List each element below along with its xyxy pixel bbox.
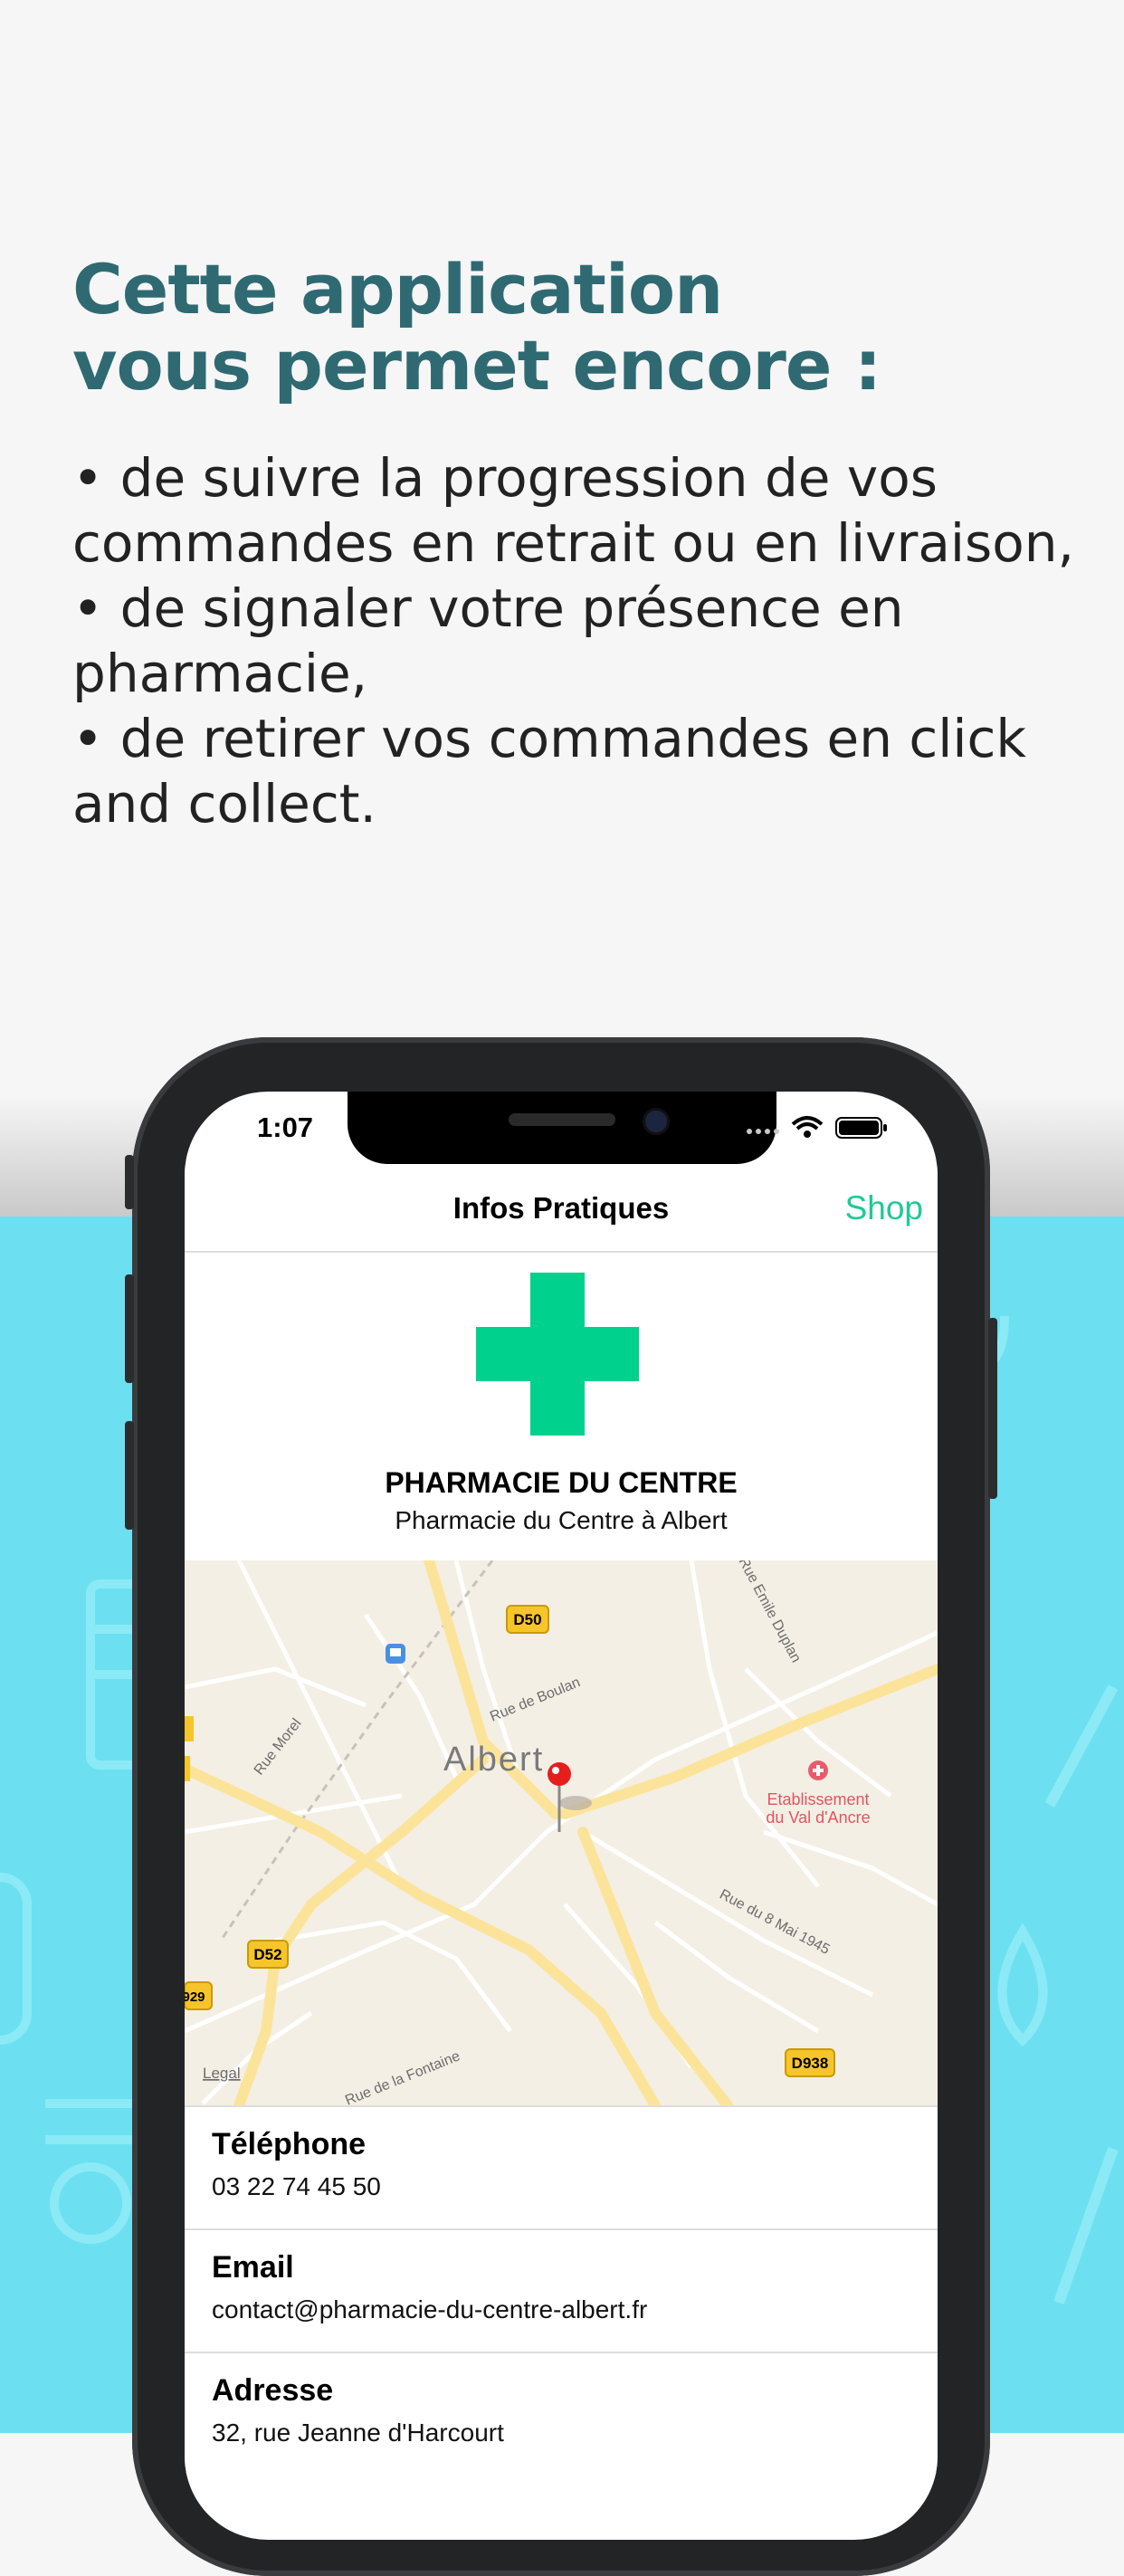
phone-value[interactable]: 03 22 74 45 50	[212, 2172, 381, 2201]
road-shield-d929: 929	[185, 1981, 213, 2010]
pharmacy-name: PHARMACIE DU CENTRE	[385, 1466, 738, 1499]
speaker-grill	[509, 1113, 615, 1126]
phone-row[interactable]: Téléphone 03 22 74 45 50	[185, 2105, 938, 2228]
phone-screen: 1:07 Infos Pratiques Shop PHARMACIE DU C…	[185, 1092, 938, 2540]
bullet-3-line-1: • de retirer vos commandes en click	[72, 708, 1026, 769]
phone-label: Téléphone	[212, 2127, 367, 2161]
map-canvas[interactable]: D50 D52 D938 929 Rue de Boulan Rue Morel…	[185, 1560, 938, 2105]
svg-text:929: 929	[185, 1989, 205, 2005]
pharmacy-subtitle: Pharmacie du Centre à Albert	[395, 1506, 728, 1534]
email-row[interactable]: Email contact@pharmacie-du-centre-albert…	[185, 2228, 938, 2352]
bullet-1-line-2: commandes en retrait ou en livraison,	[72, 512, 1074, 574]
road-shield-edge-2	[185, 1756, 190, 1781]
address-value[interactable]: 32, rue Jeanne d'Harcourt	[212, 2419, 504, 2447]
navigation-bar: Infos Pratiques Shop	[185, 1168, 938, 1253]
address-label: Adresse	[212, 2373, 334, 2408]
status-icons	[747, 1116, 887, 1139]
drop-icon	[997, 1922, 1048, 2047]
road-shield-edge-1	[185, 1716, 194, 1741]
svg-text:D50: D50	[513, 1611, 541, 1628]
email-label: Email	[212, 2250, 294, 2285]
svg-text:D52: D52	[253, 1946, 281, 1963]
hospital-poi-icon	[808, 1760, 828, 1780]
front-camera	[643, 1108, 670, 1135]
headline-line-1: Cette application	[72, 249, 723, 329]
thermometer-icon	[1053, 2147, 1119, 2304]
bullet-2-line-1: • de signaler votre présence en	[72, 577, 904, 639]
street-label-fontaine: Rue de la Fontaine	[343, 2048, 462, 2105]
notch	[348, 1092, 776, 1164]
bullet-1-line-1: • de suivre la progression de vos	[72, 447, 938, 509]
shop-button[interactable]: Shop	[845, 1189, 923, 1227]
bullet-3-line-2: and collect.	[72, 773, 376, 835]
cellular-signal-icon	[747, 1129, 779, 1134]
wifi-icon	[791, 1116, 824, 1138]
address-row[interactable]: Adresse 32, rue Jeanne d'Harcourt	[185, 2352, 938, 2475]
mortar-icon	[45, 2099, 136, 2244]
capsule-icon	[0, 1873, 32, 2045]
bus-stop-icon	[386, 1644, 405, 1664]
street-label-emile: Rue Emile Duplan	[735, 1560, 804, 1665]
syringe-icon	[1044, 1684, 1119, 1808]
poi-label-line-1: Etablissement	[767, 1790, 869, 1808]
street-label-morel: Rue Morel	[252, 1716, 305, 1779]
location-pin-icon	[548, 1762, 592, 1832]
street-label-boulan: Rue de Boulan	[488, 1674, 583, 1724]
phone-frame: 1:07 Infos Pratiques Shop PHARMACIE DU C…	[125, 1037, 997, 2576]
bullet-2-line-2: pharmacie,	[72, 643, 368, 704]
headline-line-2: vous permet encore :	[72, 325, 881, 405]
poi-label-line-2: du Val d'Ancre	[766, 1808, 870, 1827]
volume-down-button	[125, 1421, 134, 1530]
email-value[interactable]: contact@pharmacie-du-centre-albert.fr	[212, 2295, 647, 2324]
road-shield-d50: D50	[506, 1605, 549, 1634]
road-shield-d52: D52	[247, 1940, 289, 1969]
volume-up-button	[125, 1274, 134, 1383]
promo-bullets: • de suivre la progression de vos comman…	[72, 445, 1086, 836]
svg-text:D938: D938	[792, 2055, 829, 2072]
map-legal-link: Legal	[203, 2065, 241, 2082]
promo-headline: Cette application vous permet encore :	[72, 252, 1068, 404]
battery-icon	[835, 1117, 887, 1139]
mute-switch	[125, 1155, 134, 1209]
city-label: Albert	[443, 1741, 544, 1779]
location-map[interactable]: D50 D52 D938 929 Rue de Boulan Rue Morel…	[185, 1560, 938, 2105]
pharmacy-cross-icon	[476, 1273, 639, 1436]
road-shield-d938: D938	[785, 2048, 835, 2077]
status-time: 1:07	[257, 1111, 314, 1143]
page-title: Infos Pratiques	[452, 1191, 670, 1225]
power-button	[988, 1318, 997, 1499]
